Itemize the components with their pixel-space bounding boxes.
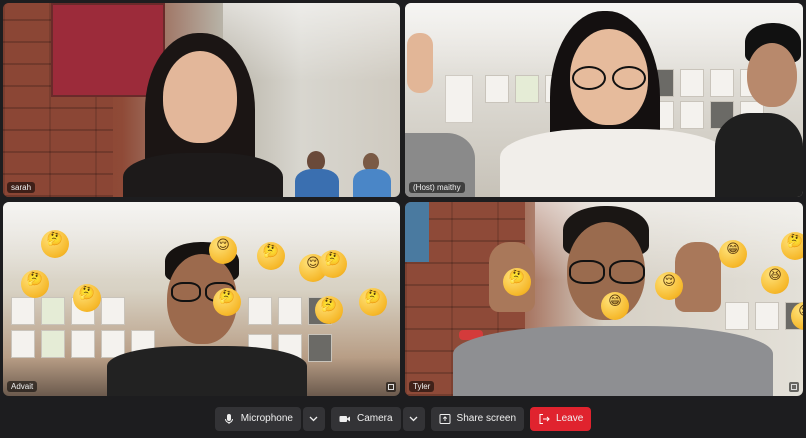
microphone-label: Microphone	[240, 413, 293, 424]
relieved-emoji-icon	[209, 236, 237, 264]
thinking-emoji-icon	[781, 232, 803, 260]
microphone-icon	[223, 413, 235, 425]
microphone-options-button[interactable]	[302, 406, 325, 431]
video-camera-icon	[339, 413, 351, 425]
thinking-emoji-icon	[503, 268, 531, 296]
participant-name-tag: (Host) maithy	[409, 182, 465, 193]
thinking-emoji-icon	[41, 230, 69, 258]
video-tile-sarah[interactable]: sarah	[3, 3, 400, 197]
participant-name-tag: sarah	[7, 182, 36, 193]
relieved-emoji-icon	[655, 272, 683, 300]
call-control-bar: Microphone Camera Share screen Leave	[0, 399, 806, 438]
background-person	[293, 151, 343, 197]
background-person	[353, 153, 393, 197]
grinning-emoji-icon	[601, 292, 629, 320]
share-screen-label: Share screen	[456, 413, 517, 424]
video-tile-advait[interactable]: Advait	[3, 202, 400, 396]
grinning-emoji-icon	[719, 240, 747, 268]
thinking-emoji-icon	[315, 296, 343, 324]
thinking-emoji-icon	[319, 250, 347, 278]
microphone-button[interactable]: Microphone	[214, 406, 301, 431]
camera-label: Camera	[356, 413, 393, 424]
thinking-emoji-icon	[213, 288, 241, 316]
pin-icon[interactable]	[386, 382, 396, 392]
leave-label: Leave	[556, 413, 584, 424]
background-person	[715, 23, 803, 197]
thinking-emoji-icon	[359, 288, 387, 316]
leave-button[interactable]: Leave	[530, 406, 592, 431]
camera-button[interactable]: Camera	[330, 406, 401, 431]
chevron-down-icon	[409, 414, 418, 424]
share-screen-button[interactable]: Share screen	[430, 406, 525, 431]
participant-name-tag: Advait	[7, 381, 38, 392]
chevron-down-icon	[309, 414, 318, 424]
raised-hand	[405, 33, 485, 197]
video-tile-maithy[interactable]: (Host) maithy	[405, 3, 803, 197]
squinting-emoji-icon	[761, 266, 789, 294]
participant-name-tag: Tyler	[409, 381, 435, 392]
relieved-emoji-icon	[791, 302, 803, 330]
pin-icon[interactable]	[789, 382, 799, 392]
share-screen-icon	[439, 413, 451, 425]
leave-icon	[538, 413, 550, 425]
video-tile-tyler[interactable]: Tyler	[405, 202, 803, 396]
thinking-emoji-icon	[73, 284, 101, 312]
participant-video-sarah	[123, 33, 283, 197]
thinking-emoji-icon	[257, 242, 285, 270]
camera-options-button[interactable]	[402, 406, 425, 431]
participant-video-maithy	[500, 11, 730, 197]
thinking-emoji-icon	[21, 270, 49, 298]
